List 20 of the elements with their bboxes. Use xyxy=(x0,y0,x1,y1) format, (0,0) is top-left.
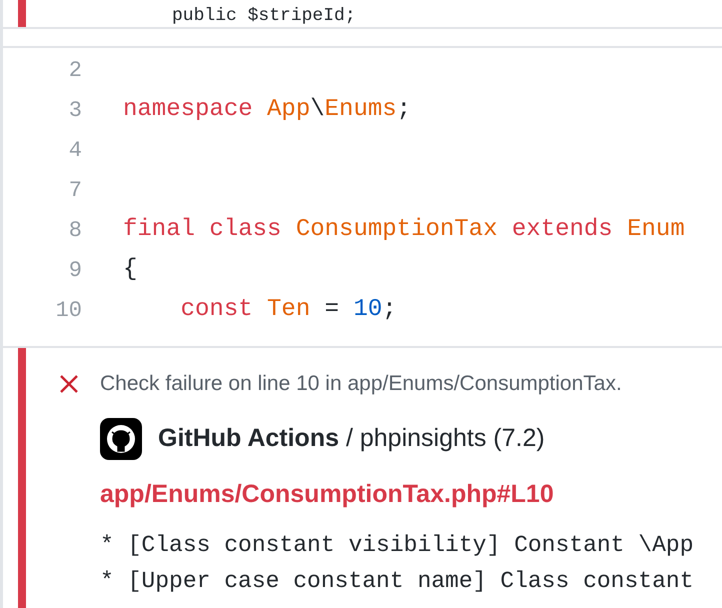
code-text: namespace App\Enums; xyxy=(123,95,412,125)
code-text: { xyxy=(123,255,138,285)
line-number: 10 xyxy=(54,296,82,324)
line-number: 7 xyxy=(68,176,82,204)
line-number: 2 xyxy=(68,56,82,84)
annotation-title: Check failure on line 10 in app/Enums/ConsumptionTax. xyxy=(100,371,622,397)
message-line: * [Upper case constant name] Class constant xyxy=(100,567,694,596)
annotation-bar xyxy=(18,0,26,27)
message-line: * [Class constant visibility] Constant \App xyxy=(100,531,694,560)
octocat-icon xyxy=(100,418,142,460)
line-number: 9 xyxy=(68,256,82,284)
file-link[interactable]: app/Enums/ConsumptionTax.php#L10 xyxy=(100,476,694,513)
code-text: const Ten = 10; xyxy=(180,295,397,325)
check-source: GitHub Actions / phpinsights (7.2) xyxy=(158,422,545,454)
close-icon xyxy=(58,372,80,395)
line-number: 4 xyxy=(68,136,82,164)
line-number: 8 xyxy=(68,216,82,244)
code-text: public $stripeId; xyxy=(172,5,356,27)
line-number: 3 xyxy=(68,96,82,124)
code-text: final class ConsumptionTax extends Enum xyxy=(123,215,685,245)
